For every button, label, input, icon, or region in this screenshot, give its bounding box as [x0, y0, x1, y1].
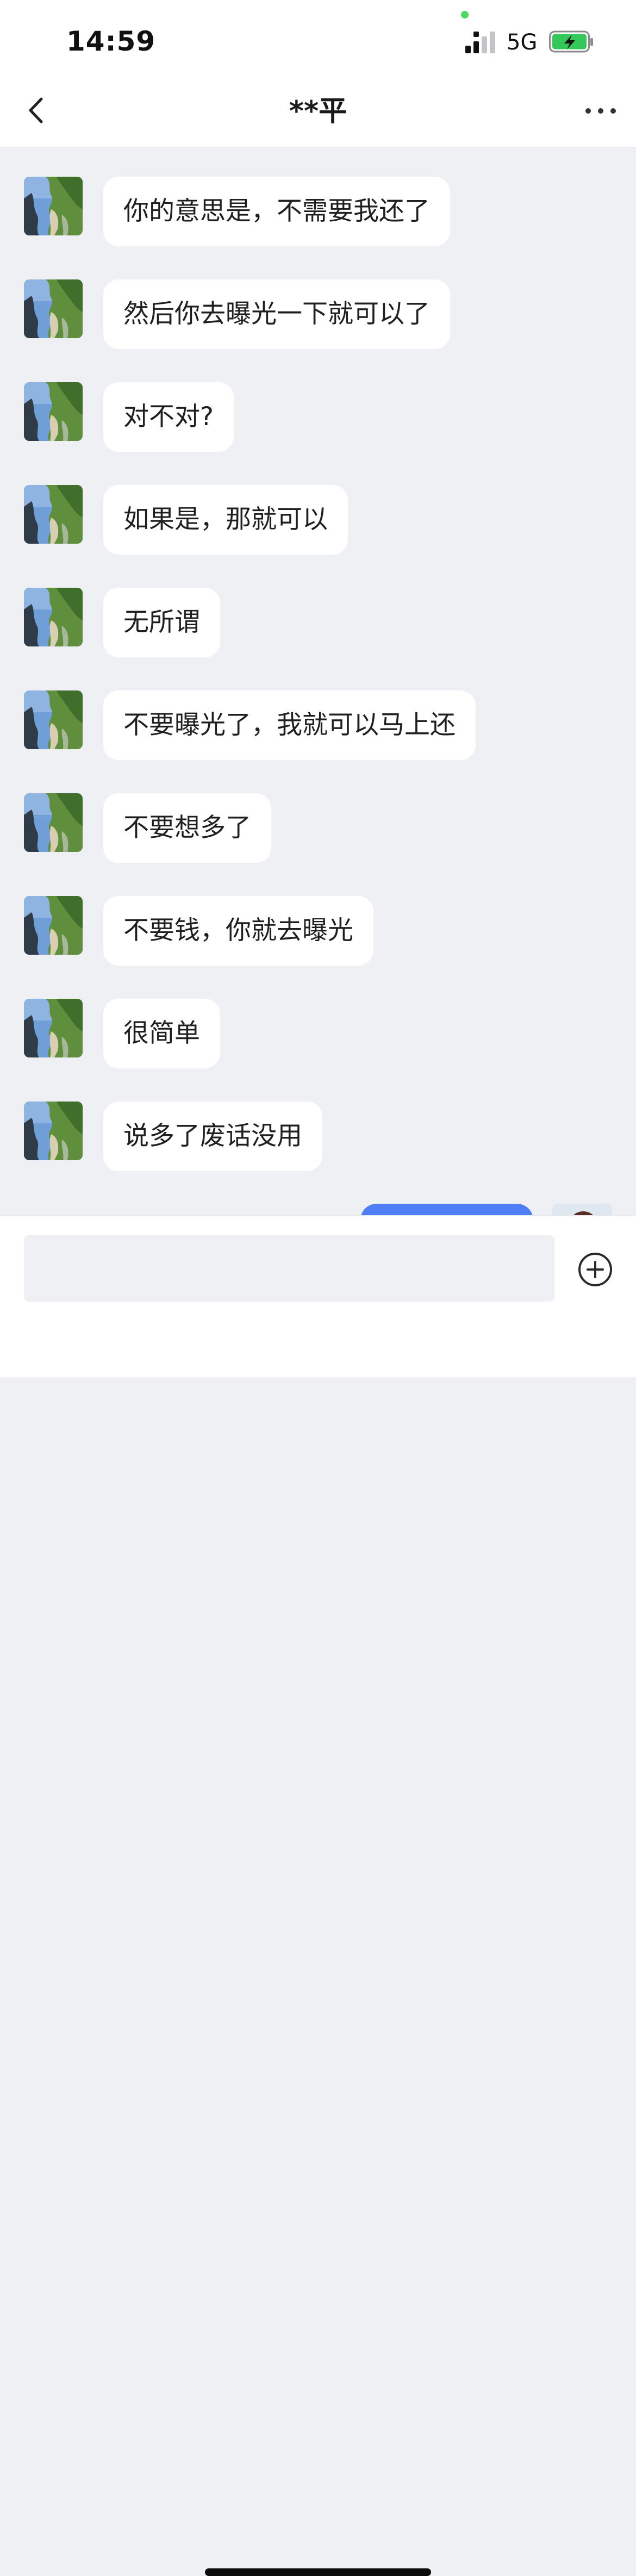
contact-avatar[interactable]	[24, 382, 83, 441]
message-bubble[interactable]: 如果是，那就可以	[103, 485, 348, 555]
message-input[interactable]	[24, 1235, 554, 1302]
contact-avatar[interactable]	[24, 793, 83, 852]
message-row: 你的意思是，不需要我还了	[0, 177, 636, 247]
message-bubble[interactable]: 不要想多了	[103, 793, 271, 863]
network-type: 5G	[507, 30, 538, 55]
input-bar	[0, 1215, 636, 2576]
contact-avatar[interactable]	[24, 485, 83, 544]
chat-title: **平	[289, 95, 347, 128]
message-bubble[interactable]: 不要曝光了，我就可以马上还	[103, 690, 476, 760]
message-row: 如果是，那就可以	[0, 485, 636, 556]
message-bubble[interactable]: 说多了废话没用	[103, 1102, 322, 1171]
message-row: 无所谓	[0, 588, 636, 658]
message-bubble[interactable]: 对不对?	[103, 382, 234, 452]
contact-avatar[interactable]	[24, 588, 83, 646]
message-row: 很简单	[0, 999, 636, 1069]
signal-strength-icon	[465, 32, 495, 53]
message-bubble[interactable]: 不要钱，你就去曝光	[103, 896, 373, 966]
contact-avatar[interactable]	[24, 177, 83, 235]
more-horizontal-icon	[585, 108, 616, 114]
message-bubble[interactable]: 然后你去曝光一下就可以了	[103, 279, 450, 349]
message-row: 不要想多了	[0, 793, 636, 864]
status-time: 14:59	[66, 26, 156, 57]
home-indicator	[205, 2568, 431, 2576]
contact-avatar[interactable]	[24, 1102, 83, 1160]
contact-avatar[interactable]	[24, 896, 83, 955]
message-bubble[interactable]: 你的意思是，不需要我还了	[103, 177, 450, 246]
more-options-button[interactable]	[582, 100, 620, 122]
add-attachment-button[interactable]	[577, 1252, 613, 1287]
message-bubble[interactable]: 无所谓	[103, 588, 220, 657]
contact-avatar[interactable]	[24, 279, 83, 338]
message-row: 不要钱，你就去曝光	[0, 896, 636, 967]
message-row: 然后你去曝光一下就可以了	[0, 279, 636, 350]
battery-charging-icon	[549, 30, 593, 53]
message-row: 对不对?	[0, 382, 636, 453]
plus-circle-icon	[578, 1253, 612, 1286]
contact-avatar[interactable]	[24, 690, 83, 749]
message-bubble[interactable]: 很简单	[103, 999, 220, 1068]
message-row: 说多了废话没用	[0, 1102, 636, 1172]
privacy-indicator-dot	[461, 11, 469, 18]
contact-avatar[interactable]	[24, 999, 83, 1057]
message-row: 不要曝光了，我就可以马上还	[0, 690, 636, 761]
top-bar: 14:59 5G **平	[0, 0, 636, 147]
